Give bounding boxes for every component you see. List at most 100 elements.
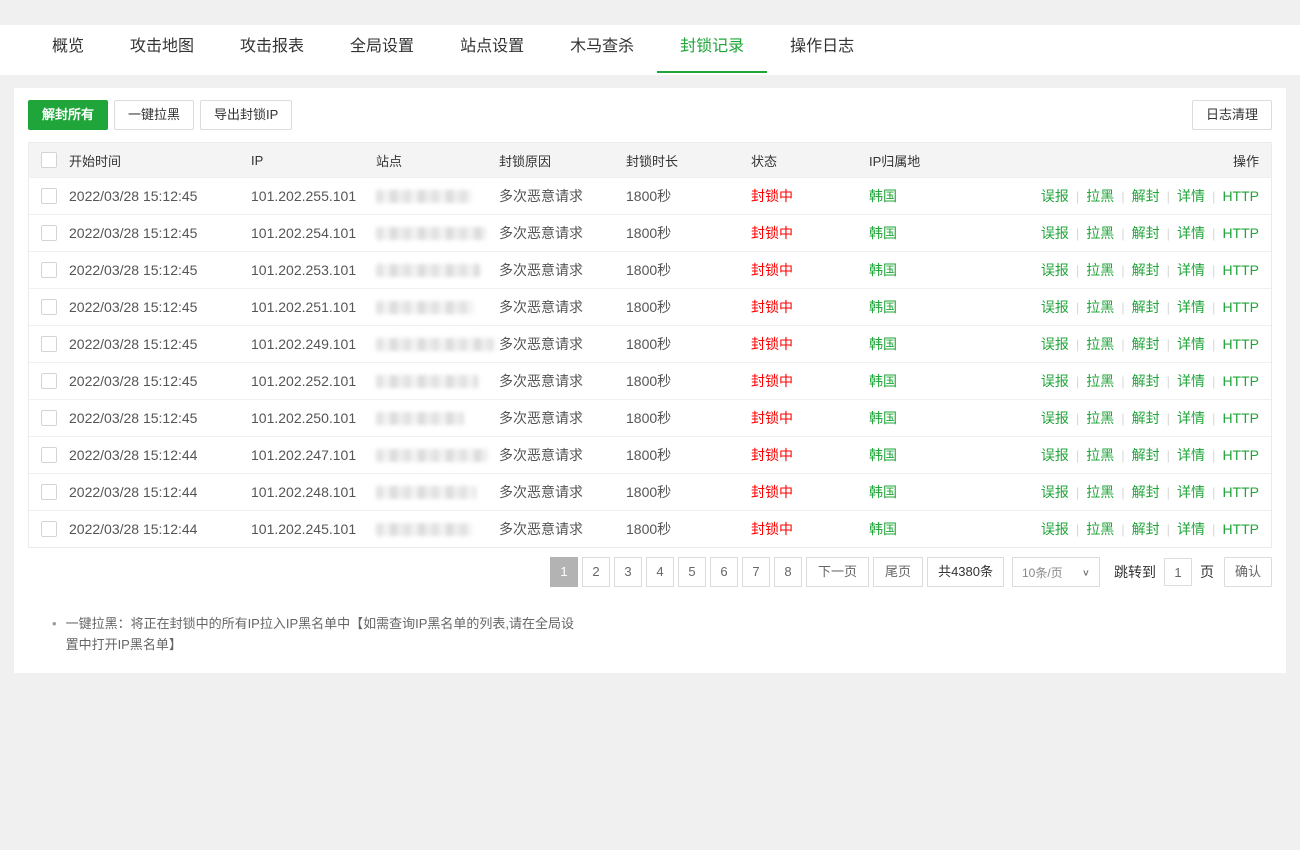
action-unblock[interactable]: 解封 [1132, 299, 1160, 315]
action-unblock[interactable]: 解封 [1132, 521, 1160, 537]
action-misreport[interactable]: 误报 [1041, 299, 1069, 315]
action-blacklist[interactable]: 拉黑 [1086, 373, 1114, 389]
row-checkbox[interactable] [41, 447, 57, 463]
action-details[interactable]: 详情 [1177, 447, 1205, 463]
reason-cell: 多次恶意请求 [499, 371, 626, 391]
tab-operation-log[interactable]: 操作日志 [767, 27, 877, 73]
action-misreport[interactable]: 误报 [1041, 410, 1069, 426]
page-button-7[interactable]: 7 [742, 557, 770, 587]
action-details[interactable]: 详情 [1177, 336, 1205, 352]
page-button-6[interactable]: 6 [710, 557, 738, 587]
action-unblock[interactable]: 解封 [1132, 410, 1160, 426]
start-time-cell: 2022/03/28 15:12:45 [69, 410, 251, 426]
action-http[interactable]: HTTP [1222, 484, 1259, 500]
page-button-2[interactable]: 2 [582, 557, 610, 587]
action-separator: | [1076, 226, 1079, 241]
action-separator: | [1167, 226, 1170, 241]
action-http[interactable]: HTTP [1222, 410, 1259, 426]
action-unblock[interactable]: 解封 [1132, 262, 1160, 278]
action-misreport[interactable]: 误报 [1041, 484, 1069, 500]
action-details[interactable]: 详情 [1177, 299, 1205, 315]
action-blacklist[interactable]: 拉黑 [1086, 225, 1114, 241]
row-checkbox[interactable] [41, 336, 57, 352]
action-unblock[interactable]: 解封 [1132, 188, 1160, 204]
unblock-all-button[interactable]: 解封所有 [28, 100, 108, 130]
action-details[interactable]: 详情 [1177, 410, 1205, 426]
action-unblock[interactable]: 解封 [1132, 336, 1160, 352]
page-button-5[interactable]: 5 [678, 557, 706, 587]
action-unblock[interactable]: 解封 [1132, 225, 1160, 241]
reason-cell: 多次恶意请求 [499, 519, 626, 539]
action-blacklist[interactable]: 拉黑 [1086, 188, 1114, 204]
row-checkbox[interactable] [41, 225, 57, 241]
status-badge: 封锁中 [751, 297, 869, 317]
action-unblock[interactable]: 解封 [1132, 484, 1160, 500]
action-separator: | [1212, 263, 1215, 278]
action-blacklist[interactable]: 拉黑 [1086, 410, 1114, 426]
action-misreport[interactable]: 误报 [1041, 521, 1069, 537]
tab-attack-map[interactable]: 攻击地图 [107, 27, 217, 73]
row-checkbox[interactable] [41, 484, 57, 500]
action-unblock[interactable]: 解封 [1132, 373, 1160, 389]
action-misreport[interactable]: 误报 [1041, 225, 1069, 241]
action-separator: | [1121, 189, 1124, 204]
action-blacklist[interactable]: 拉黑 [1086, 336, 1114, 352]
reason-cell: 多次恶意请求 [499, 482, 626, 502]
row-checkbox[interactable] [41, 188, 57, 204]
action-details[interactable]: 详情 [1177, 225, 1205, 241]
location-cell: 韩国 [869, 297, 1031, 317]
action-unblock[interactable]: 解封 [1132, 447, 1160, 463]
action-http[interactable]: HTTP [1222, 188, 1259, 204]
action-http[interactable]: HTTP [1222, 299, 1259, 315]
action-misreport[interactable]: 误报 [1041, 262, 1069, 278]
row-checkbox[interactable] [41, 521, 57, 537]
action-details[interactable]: 详情 [1177, 521, 1205, 537]
page-button-4[interactable]: 4 [646, 557, 674, 587]
per-page-select[interactable]: 10条/页 ∨ [1012, 557, 1100, 587]
action-misreport[interactable]: 误报 [1041, 447, 1069, 463]
action-http[interactable]: HTTP [1222, 262, 1259, 278]
action-blacklist[interactable]: 拉黑 [1086, 299, 1114, 315]
last-page-button[interactable]: 尾页 [873, 557, 923, 587]
row-checkbox[interactable] [41, 299, 57, 315]
page-button-3[interactable]: 3 [614, 557, 642, 587]
row-checkbox[interactable] [41, 373, 57, 389]
action-details[interactable]: 详情 [1177, 484, 1205, 500]
action-blacklist[interactable]: 拉黑 [1086, 262, 1114, 278]
action-misreport[interactable]: 误报 [1041, 336, 1069, 352]
action-details[interactable]: 详情 [1177, 188, 1205, 204]
tab-overview[interactable]: 概览 [29, 27, 107, 73]
tab-global-settings[interactable]: 全局设置 [327, 27, 437, 73]
action-http[interactable]: HTTP [1222, 225, 1259, 241]
action-blacklist[interactable]: 拉黑 [1086, 447, 1114, 463]
jump-page-input[interactable] [1164, 558, 1192, 586]
tab-site-settings[interactable]: 站点设置 [437, 27, 547, 73]
row-checkbox[interactable] [41, 410, 57, 426]
select-all-checkbox[interactable] [41, 152, 57, 168]
page-button-1[interactable]: 1 [550, 557, 578, 587]
tab-trojan-scan[interactable]: 木马查杀 [547, 27, 657, 73]
action-details[interactable]: 详情 [1177, 373, 1205, 389]
action-misreport[interactable]: 误报 [1041, 188, 1069, 204]
row-checkbox[interactable] [41, 262, 57, 278]
action-blacklist[interactable]: 拉黑 [1086, 521, 1114, 537]
start-time-cell: 2022/03/28 15:12:45 [69, 225, 251, 241]
tab-block-records[interactable]: 封锁记录 [657, 27, 767, 73]
tab-attack-report[interactable]: 攻击报表 [217, 27, 327, 73]
export-blocked-ip-button[interactable]: 导出封锁IP [200, 100, 292, 130]
action-misreport[interactable]: 误报 [1041, 373, 1069, 389]
action-http[interactable]: HTTP [1222, 447, 1259, 463]
page-button-8[interactable]: 8 [774, 557, 802, 587]
action-separator: | [1076, 485, 1079, 500]
confirm-button[interactable]: 确认 [1224, 557, 1272, 587]
action-http[interactable]: HTTP [1222, 373, 1259, 389]
action-blacklist[interactable]: 拉黑 [1086, 484, 1114, 500]
action-separator: | [1212, 337, 1215, 352]
blacklist-all-button[interactable]: 一键拉黑 [114, 100, 194, 130]
action-http[interactable]: HTTP [1222, 336, 1259, 352]
action-http[interactable]: HTTP [1222, 521, 1259, 537]
action-details[interactable]: 详情 [1177, 262, 1205, 278]
log-clean-button[interactable]: 日志清理 [1192, 100, 1272, 130]
status-badge: 封锁中 [751, 445, 869, 465]
next-page-button[interactable]: 下一页 [806, 557, 869, 587]
